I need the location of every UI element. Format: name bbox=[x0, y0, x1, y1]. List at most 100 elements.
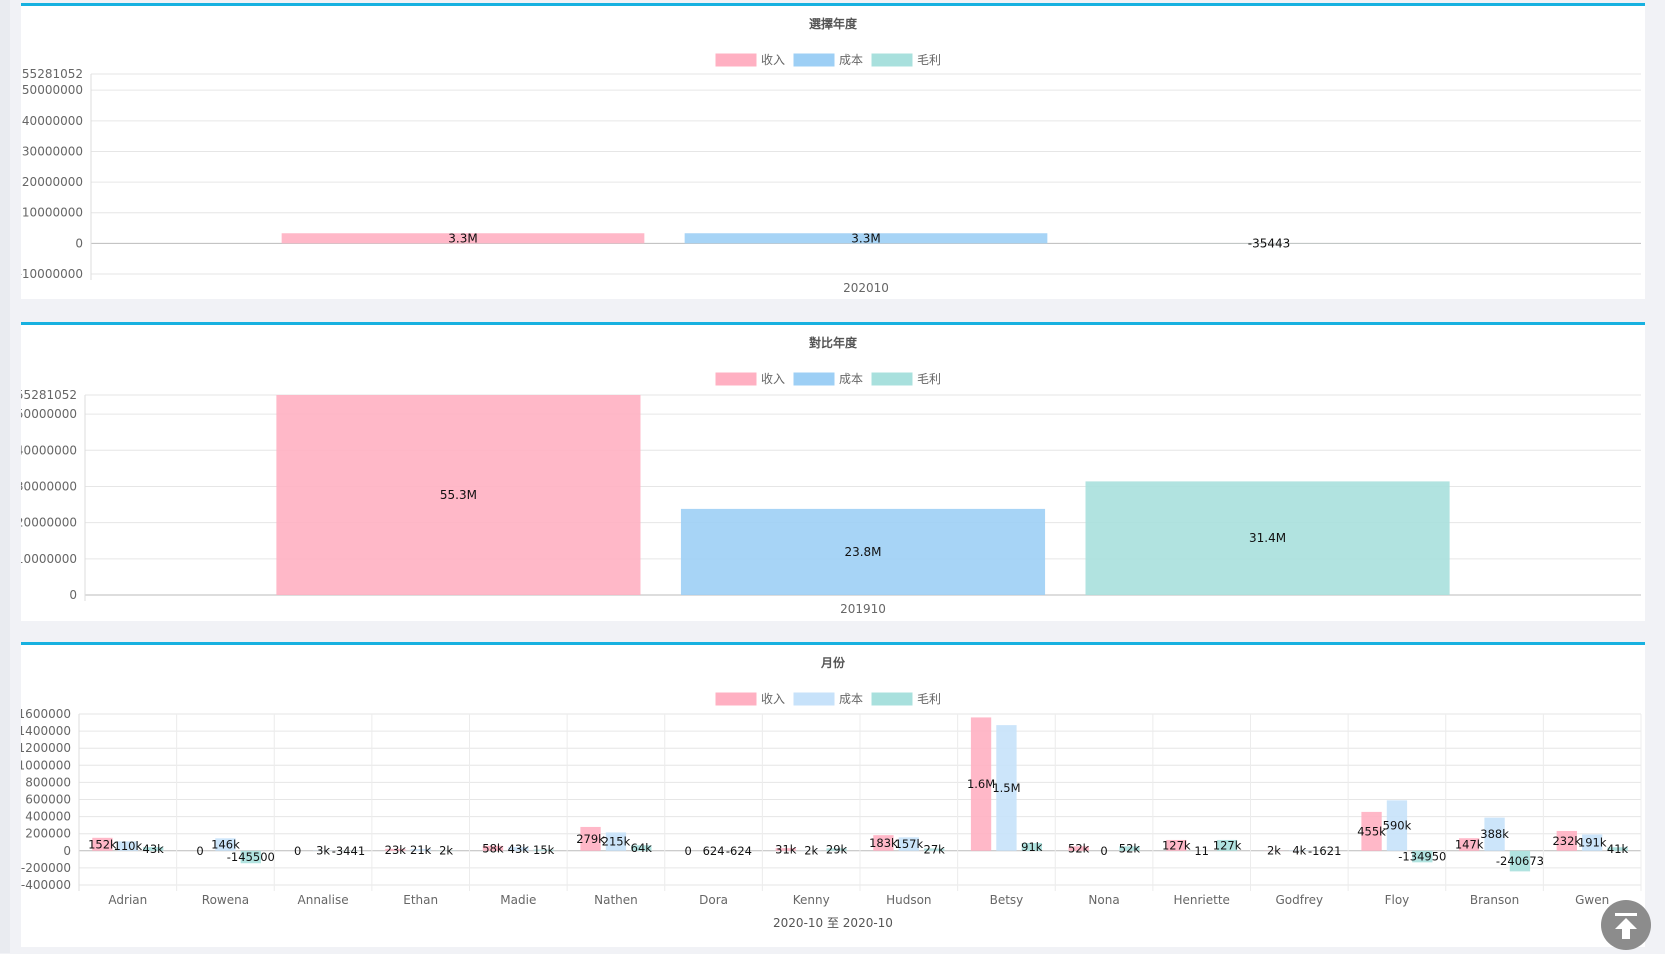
data-label: 31k bbox=[775, 842, 797, 856]
data-label: 58k bbox=[482, 841, 504, 855]
data-label: 1.6M bbox=[967, 777, 995, 791]
legend-swatch bbox=[716, 54, 756, 66]
chart-title: 選擇年度 bbox=[809, 16, 858, 31]
y-tick-label: 400000 bbox=[25, 810, 71, 824]
y-tick-label: 800000 bbox=[25, 775, 71, 789]
data-label: 3.3M bbox=[448, 231, 477, 245]
data-label: 215k bbox=[602, 835, 631, 849]
x-tick-label: 201910 bbox=[840, 602, 886, 616]
data-label: 55.3M bbox=[440, 488, 477, 502]
data-label: 127k bbox=[1213, 838, 1242, 852]
data-label: 41k bbox=[1607, 842, 1629, 856]
y-tick-label: 40000000 bbox=[22, 114, 83, 128]
y-tick-label: 30000000 bbox=[21, 479, 77, 493]
data-label: 29k bbox=[826, 843, 848, 857]
data-label: 21k bbox=[410, 843, 432, 857]
data-label: 0 bbox=[294, 844, 301, 858]
data-label: 388k bbox=[1480, 827, 1509, 841]
data-label: -145500 bbox=[227, 850, 275, 864]
back-to-top-button[interactable] bbox=[1601, 900, 1651, 950]
data-label: -624 bbox=[726, 844, 752, 858]
legend-swatch bbox=[716, 693, 756, 705]
monthly-chart-panel: 月份收入成本毛利16000001400000120000010000008000… bbox=[21, 642, 1645, 947]
y-tick-label: 55281052 bbox=[22, 67, 83, 81]
data-label: 110k bbox=[114, 839, 143, 853]
y-tick-label: -200000 bbox=[21, 861, 71, 875]
data-label: 15k bbox=[533, 843, 555, 857]
data-label: 624 bbox=[703, 844, 725, 858]
y-tick-label: 600000 bbox=[25, 793, 71, 807]
data-label: 43k bbox=[508, 842, 530, 856]
data-label: -1621 bbox=[1308, 844, 1341, 858]
data-label: 127k bbox=[1162, 838, 1191, 852]
y-tick-label: 0 bbox=[63, 844, 71, 858]
y-tick-label: 0 bbox=[75, 236, 83, 250]
x-tick-label: Kenny bbox=[793, 893, 830, 907]
x-tick-label: Madie bbox=[500, 893, 536, 907]
y-tick-label: 50000000 bbox=[21, 407, 77, 421]
y-tick-label: -10000000 bbox=[21, 267, 83, 281]
x-tick-label: Annalise bbox=[298, 893, 349, 907]
data-label: 2k bbox=[439, 844, 453, 858]
legend-label: 毛利 bbox=[917, 692, 941, 706]
y-tick-label: 200000 bbox=[25, 827, 71, 841]
data-label: 3k bbox=[316, 844, 330, 858]
legend-label: 成本 bbox=[839, 53, 863, 67]
chart-title: 對比年度 bbox=[809, 335, 858, 350]
data-label: 2k bbox=[1267, 844, 1281, 858]
data-label: 0 bbox=[1100, 844, 1107, 858]
x-tick-label: Betsy bbox=[990, 893, 1024, 907]
legend-label: 收入 bbox=[761, 372, 785, 386]
comparison-year-chart-panel: 對比年度收入成本毛利552810525000000040000000300000… bbox=[21, 322, 1645, 621]
y-tick-label: 55281052 bbox=[21, 388, 77, 402]
data-label: 0 bbox=[685, 844, 692, 858]
data-label: 4k bbox=[1292, 844, 1306, 858]
legend-swatch bbox=[794, 373, 834, 385]
x-tick-label: 202010 bbox=[843, 281, 889, 295]
data-label: 52k bbox=[1119, 842, 1141, 856]
x-tick-label: Floy bbox=[1385, 893, 1410, 907]
legend-label: 毛利 bbox=[917, 53, 941, 67]
y-tick-label: -400000 bbox=[21, 878, 71, 892]
data-label: 191k bbox=[1578, 836, 1607, 850]
legend-label: 毛利 bbox=[917, 372, 941, 386]
data-label: -35443 bbox=[1248, 236, 1291, 250]
data-label: 0 bbox=[196, 844, 203, 858]
chart-svg-1: 對比年度收入成本毛利552810525000000040000000300000… bbox=[21, 325, 1645, 624]
legend-swatch bbox=[716, 373, 756, 385]
data-label: 31.4M bbox=[1249, 531, 1286, 545]
chart-svg-2: 月份收入成本毛利16000001400000120000010000008000… bbox=[21, 645, 1645, 950]
y-tick-label: 40000000 bbox=[21, 443, 77, 457]
selected-year-chart-panel: 選擇年度收入成本毛利552810525000000040000000300000… bbox=[21, 3, 1645, 299]
sidebar-edge bbox=[0, 0, 10, 953]
x-axis-title: 2020-10 至 2020-10 bbox=[773, 916, 893, 930]
legend-swatch bbox=[794, 693, 834, 705]
data-label: 157k bbox=[895, 837, 924, 851]
x-tick-label: Nathen bbox=[594, 893, 638, 907]
x-tick-label: Godfrey bbox=[1275, 893, 1323, 907]
data-label: 11 bbox=[1194, 844, 1209, 858]
chart-svg-0: 選擇年度收入成本毛利552810525000000040000000300000… bbox=[21, 6, 1645, 302]
data-label: 23.8M bbox=[844, 545, 881, 559]
x-tick-label: Nona bbox=[1088, 893, 1119, 907]
y-tick-label: 20000000 bbox=[21, 516, 77, 530]
x-tick-label: Rowena bbox=[202, 893, 249, 907]
y-tick-label: 10000000 bbox=[21, 552, 77, 566]
x-tick-label: Henriette bbox=[1173, 893, 1229, 907]
data-label: 52k bbox=[1068, 842, 1090, 856]
legend-label: 成本 bbox=[839, 692, 863, 706]
data-label: 1.5M bbox=[992, 781, 1020, 795]
data-label: 23k bbox=[385, 843, 407, 857]
legend-swatch bbox=[794, 54, 834, 66]
x-tick-label: Branson bbox=[1470, 893, 1519, 907]
data-label: -240673 bbox=[1496, 854, 1544, 868]
arrow-up-icon bbox=[1601, 900, 1651, 950]
x-tick-label: Dora bbox=[699, 893, 728, 907]
y-tick-label: 10000000 bbox=[22, 206, 83, 220]
y-tick-label: 1000000 bbox=[21, 758, 71, 772]
legend-swatch bbox=[872, 693, 912, 705]
data-label: 27k bbox=[924, 843, 946, 857]
legend-label: 收入 bbox=[761, 692, 785, 706]
legend-swatch bbox=[872, 54, 912, 66]
y-tick-label: 1600000 bbox=[21, 707, 71, 721]
